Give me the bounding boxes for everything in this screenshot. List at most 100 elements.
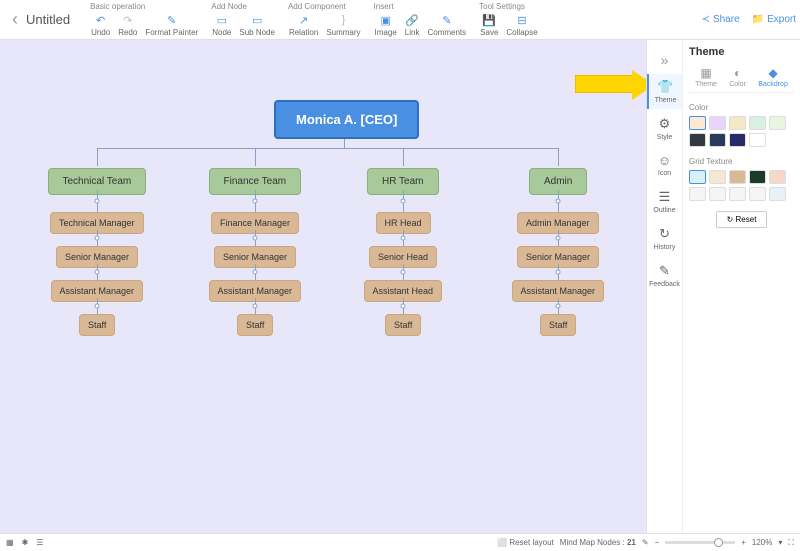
color-swatch[interactable]	[749, 116, 766, 130]
connector-handle[interactable]	[401, 304, 406, 309]
color-swatch[interactable]	[709, 133, 726, 147]
format-painter-button[interactable]: ✎Format Painter	[142, 13, 201, 37]
connector-handle[interactable]	[95, 236, 100, 241]
node-staff[interactable]: Staff	[540, 314, 576, 336]
texture-swatch[interactable]	[729, 170, 746, 184]
zoom-in-button[interactable]: +	[741, 538, 746, 547]
rail-outline[interactable]: ☰Outline	[647, 184, 682, 219]
connector-handle[interactable]	[95, 304, 100, 309]
summary-button[interactable]: }Summary	[323, 13, 363, 37]
zoom-out-button[interactable]: −	[655, 538, 660, 547]
save-icon: 💾	[482, 13, 496, 27]
status-bar: ▦ ✱ ☰ ⬜ Reset layout Mind Map Nodes : 21…	[0, 533, 800, 551]
chevron-down-icon[interactable]: ▾	[778, 538, 782, 547]
link-icon: 🔗	[405, 13, 419, 27]
fullscreen-icon[interactable]: ⛶	[788, 538, 794, 548]
sb-icon-3[interactable]: ☰	[36, 538, 43, 547]
rail-theme[interactable]: 👕Theme	[647, 74, 682, 109]
connector	[403, 148, 404, 166]
color-swatch[interactable]	[689, 116, 706, 130]
color-swatch[interactable]	[729, 133, 746, 147]
side-rail: » 👕Theme ⚙Style ☺Icon ☰Outline ↻History …	[646, 40, 682, 533]
texture-swatch[interactable]	[729, 187, 746, 201]
texture-swatches	[689, 170, 794, 201]
toolgroup-insert: Insert ▣Image 🔗Link ✎Comments	[372, 2, 470, 37]
export-button[interactable]: 📁Export	[752, 14, 796, 25]
relation-button[interactable]: ↗Relation	[286, 13, 321, 37]
node-staff[interactable]: Staff	[237, 314, 273, 336]
node-button[interactable]: ▭Node	[209, 13, 234, 37]
connector-handle[interactable]	[401, 236, 406, 241]
texture-section-label: Grid Texture	[689, 157, 794, 166]
connector-handle[interactable]	[556, 236, 561, 241]
rail-feedback[interactable]: ✎Feedback	[647, 258, 682, 293]
tab-backdrop[interactable]: ◆Backdrop	[758, 66, 788, 88]
texture-swatch[interactable]	[749, 187, 766, 201]
node-count-label: Mind Map Nodes : 21	[560, 538, 636, 547]
back-button[interactable]: ‹	[4, 9, 26, 30]
share-button[interactable]: ≺Share	[702, 14, 740, 25]
image-icon: ▣	[379, 13, 393, 27]
connector-handle[interactable]	[253, 236, 258, 241]
tab-color[interactable]: ◐Color	[729, 66, 746, 88]
color-swatch[interactable]	[709, 116, 726, 130]
canvas[interactable]: Monica A. [CEO] Technical TeamTechnical …	[0, 40, 646, 533]
color-swatch[interactable]	[749, 133, 766, 147]
connector-handle[interactable]	[253, 304, 258, 309]
sb-icon-2[interactable]: ✱	[22, 538, 29, 547]
rail-style[interactable]: ⚙Style	[647, 111, 682, 146]
rail-history[interactable]: ↻History	[647, 221, 682, 256]
link-button[interactable]: 🔗Link	[402, 13, 423, 37]
texture-swatch[interactable]	[689, 187, 706, 201]
sb-icon-1[interactable]: ▦	[6, 538, 14, 547]
texture-swatch[interactable]	[769, 187, 786, 201]
toolgroup-basic: Basic operation ↶Undo ↷Redo ✎Format Pain…	[88, 2, 201, 37]
connector-handle[interactable]	[401, 199, 406, 204]
texture-swatch[interactable]	[689, 170, 706, 184]
collapse-button[interactable]: ⊟Collapse	[503, 13, 540, 37]
undo-button[interactable]: ↶Undo	[88, 13, 113, 37]
texture-swatch[interactable]	[709, 187, 726, 201]
panel-title: Theme	[689, 46, 794, 58]
connector-handle[interactable]	[253, 199, 258, 204]
node-staff[interactable]: Staff	[79, 314, 115, 336]
reset-layout-button[interactable]: ⬜ Reset layout	[497, 538, 554, 547]
panel-collapse-button[interactable]: »	[657, 48, 673, 72]
redo-button[interactable]: ↷Redo	[115, 13, 140, 37]
texture-swatch[interactable]	[749, 170, 766, 184]
redo-icon: ↷	[121, 13, 135, 27]
texture-swatch[interactable]	[769, 170, 786, 184]
connector-handle[interactable]	[401, 270, 406, 275]
toolgroup-addcomponent: Add Component ↗Relation }Summary	[286, 2, 364, 37]
connector	[97, 148, 98, 166]
connector-handle[interactable]	[95, 199, 100, 204]
smiley-icon: ☺	[658, 153, 671, 168]
zoom-thumb[interactable]	[714, 538, 723, 547]
subnode-button[interactable]: ▭Sub Node	[236, 13, 278, 37]
connector-handle[interactable]	[556, 270, 561, 275]
save-button[interactable]: 💾Save	[477, 13, 501, 37]
color-swatch[interactable]	[729, 116, 746, 130]
reset-button[interactable]: ↻ Reset	[716, 211, 768, 228]
toolbar: ‹ Untitled Basic operation ↶Undo ↷Redo ✎…	[0, 0, 800, 40]
connector-handle[interactable]	[253, 270, 258, 275]
color-swatch[interactable]	[769, 116, 786, 130]
zoom-slider[interactable]	[665, 541, 735, 544]
pen-icon[interactable]: ✎	[642, 538, 649, 547]
comments-button[interactable]: ✎Comments	[424, 13, 469, 37]
document-title[interactable]: Untitled	[26, 12, 70, 27]
color-section-label: Color	[689, 103, 794, 112]
rail-icon[interactable]: ☺Icon	[647, 148, 682, 182]
node-ceo[interactable]: Monica A. [CEO]	[274, 100, 419, 139]
color-swatch[interactable]	[689, 133, 706, 147]
connector-handle[interactable]	[95, 270, 100, 275]
node-staff[interactable]: Staff	[385, 314, 421, 336]
main-area: Monica A. [CEO] Technical TeamTechnical …	[0, 40, 800, 533]
toolgroup-toolsettings: Tool Settings 💾Save ⊟Collapse	[477, 2, 540, 37]
theme-tab-icon: ▦	[700, 66, 711, 80]
connector-handle[interactable]	[556, 199, 561, 204]
connector-handle[interactable]	[556, 304, 561, 309]
texture-swatch[interactable]	[709, 170, 726, 184]
tab-theme[interactable]: ▦Theme	[695, 66, 717, 88]
image-button[interactable]: ▣Image	[372, 13, 400, 37]
